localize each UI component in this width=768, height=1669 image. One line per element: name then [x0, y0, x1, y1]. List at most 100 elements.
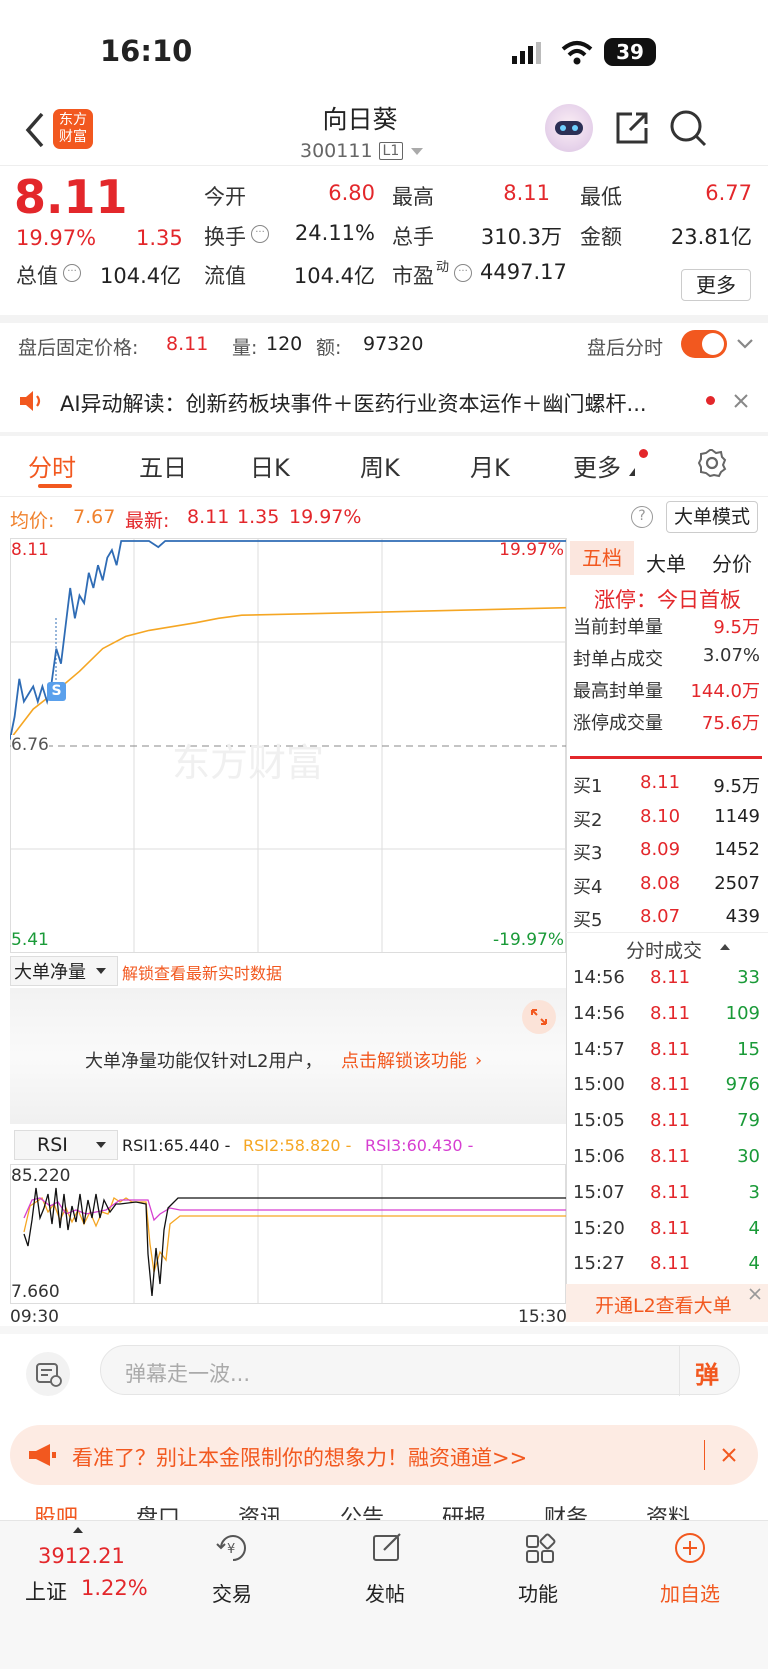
nav-post[interactable]: 发帖 [365, 1578, 405, 1607]
tab-weekly-k[interactable]: 周K [360, 448, 400, 483]
more-button[interactable]: 更多 [681, 269, 751, 301]
search-icon[interactable] [668, 108, 708, 148]
tick-time: 15:07 [573, 1181, 625, 1203]
grid-icon[interactable] [522, 1530, 558, 1566]
stock-code-selector[interactable]: 300111 L1 [300, 138, 430, 164]
promo-text[interactable]: 看准了？别让本金限制你的想象力！融资通道>> [72, 1442, 527, 1472]
subtab[interactable]: 股吧 [34, 1500, 78, 1520]
index-value[interactable]: 3912.21 [38, 1544, 125, 1568]
info-icon[interactable]: ··· [251, 225, 269, 243]
back-icon[interactable] [20, 110, 50, 150]
subtab[interactable]: 研报 [442, 1500, 486, 1520]
time-end-label: 15:30 [518, 1307, 567, 1327]
rsi-chart[interactable]: 85.220 7.660 [10, 1164, 566, 1304]
caret-up-icon [73, 1527, 83, 1533]
last-pct: 19.97% [289, 506, 362, 528]
open-label: 今开 [204, 185, 246, 209]
bid-volume: 1149 [714, 805, 760, 827]
intraday-chart[interactable]: 东方财富 8.11 6.76 5.41 19.97% -19.97% S [10, 538, 566, 953]
turnover-label: 换手 [204, 225, 246, 249]
high-label: 最高 [392, 185, 434, 209]
edit-icon[interactable] [370, 1530, 406, 1566]
help-icon[interactable]: ? [631, 506, 653, 528]
index-name[interactable]: 上证 [25, 1576, 67, 1606]
tab-intraday[interactable]: 分时 [28, 448, 76, 483]
close-icon[interactable] [732, 392, 750, 410]
index-pct[interactable]: 1.22% [81, 1576, 148, 1600]
share-icon[interactable] [612, 108, 652, 148]
level-badge: L1 [378, 142, 404, 160]
signal-badge[interactable]: S [47, 682, 66, 701]
mcap-value: 104.4亿 [100, 264, 182, 288]
afterhours-toggle[interactable] [681, 330, 727, 358]
pe-sup: 动 [436, 260, 450, 275]
netflow-select[interactable]: 大单净量 [10, 956, 118, 986]
tab-daily-k[interactable]: 日K [250, 448, 290, 483]
app-logo: 东方 财富 [53, 109, 93, 149]
y-top-label: 8.11 [11, 540, 49, 560]
rsi2-value: RSI2:58.820 - [243, 1136, 352, 1155]
limit-row-value: 144.0万 [690, 681, 760, 702]
nav-function[interactable]: 功能 [518, 1578, 558, 1607]
bid-level: 买2 [573, 809, 603, 831]
netflow-message: 大单净量功能仅针对L2用户， [85, 1051, 323, 1072]
subtab[interactable]: 资讯 [238, 1500, 282, 1520]
danmu-placeholder: 弹幕走一波... [125, 1362, 251, 1386]
info-icon[interactable]: ··· [63, 264, 81, 282]
robot-avatar-icon[interactable] [545, 104, 593, 152]
avg-label: 均价: [10, 510, 55, 532]
bid-volume: 9.5万 [713, 776, 760, 797]
afterhours-vol: 120 [266, 333, 303, 355]
nav-trade[interactable]: 交易 [212, 1578, 252, 1607]
speaker-icon [18, 389, 44, 413]
tick-price: 8.11 [650, 1253, 691, 1275]
subtab[interactable]: 公告 [340, 1500, 384, 1520]
netflow-unlock-link[interactable]: 点击解锁该功能 [341, 1047, 467, 1073]
chevron-down-icon[interactable] [736, 336, 754, 350]
info-icon[interactable]: ··· [454, 264, 472, 282]
tick-time: 15:00 [573, 1074, 625, 1096]
bid-price: 8.08 [640, 872, 681, 894]
caret-down-icon [411, 147, 424, 155]
close-icon[interactable] [720, 1446, 738, 1464]
tab-5day[interactable]: 五日 [139, 448, 187, 483]
bid-price: 8.07 [640, 906, 681, 927]
bid-price: 8.11 [640, 772, 681, 793]
tab-more[interactable]: 更多 [573, 448, 621, 483]
ticks-title[interactable]: 分时成交 [626, 936, 702, 963]
tab-monthly-k[interactable]: 月K [470, 448, 510, 483]
trade-icon[interactable]: ¥ [215, 1530, 251, 1566]
tick-volume: 15 [737, 1038, 760, 1060]
vol-value: 310.3万 [480, 225, 562, 249]
side-tab-bigorder[interactable]: 大单 [646, 548, 686, 577]
bigorder-mode-button[interactable]: 大单模式 [666, 501, 758, 533]
l2-promo[interactable]: 开通L2查看大单 [595, 1291, 732, 1318]
caret-down-icon [95, 1142, 106, 1148]
limit-row-value: 9.5万 [713, 617, 760, 638]
danmu-send-button[interactable]: 弹 [695, 1355, 719, 1390]
divider [570, 756, 762, 759]
side-tab-level5[interactable]: 五档 [570, 541, 634, 575]
danmu-settings-icon[interactable] [26, 1352, 70, 1396]
subtab[interactable]: 财务 [544, 1500, 588, 1520]
plus-circle-icon[interactable] [672, 1530, 708, 1566]
change-amt: 1.35 [136, 226, 183, 250]
battery-icon: 39 [604, 38, 656, 66]
gear-icon[interactable] [697, 448, 727, 478]
subtab[interactable]: 资料 [646, 1500, 690, 1520]
tick-time: 15:05 [573, 1110, 625, 1132]
rsi-select[interactable]: RSI [14, 1130, 118, 1160]
limit-row-value: 3.07% [702, 645, 760, 666]
subtab[interactable]: 盘口 [136, 1500, 180, 1520]
battery-level: 39 [616, 40, 644, 64]
nav-add-watchlist[interactable]: 加自选 [660, 1578, 720, 1607]
netflow-unlock-text[interactable]: 解锁查看最新实时数据 [122, 960, 282, 984]
ai-insight-text[interactable]: AI异动解读：创新药板块事件＋医药行业资本运作＋幽门螺杆... [60, 388, 690, 418]
afterhours-label: 盘后固定价格: [18, 337, 139, 359]
expand-icon[interactable] [522, 1000, 556, 1034]
amt-label: 金额 [580, 225, 622, 249]
danmu-input[interactable]: 弹幕走一波... 弹 [100, 1345, 740, 1396]
side-tab-pricedist[interactable]: 分价 [712, 548, 752, 577]
svg-text:¥: ¥ [227, 1542, 235, 1557]
close-icon[interactable] [748, 1286, 762, 1300]
